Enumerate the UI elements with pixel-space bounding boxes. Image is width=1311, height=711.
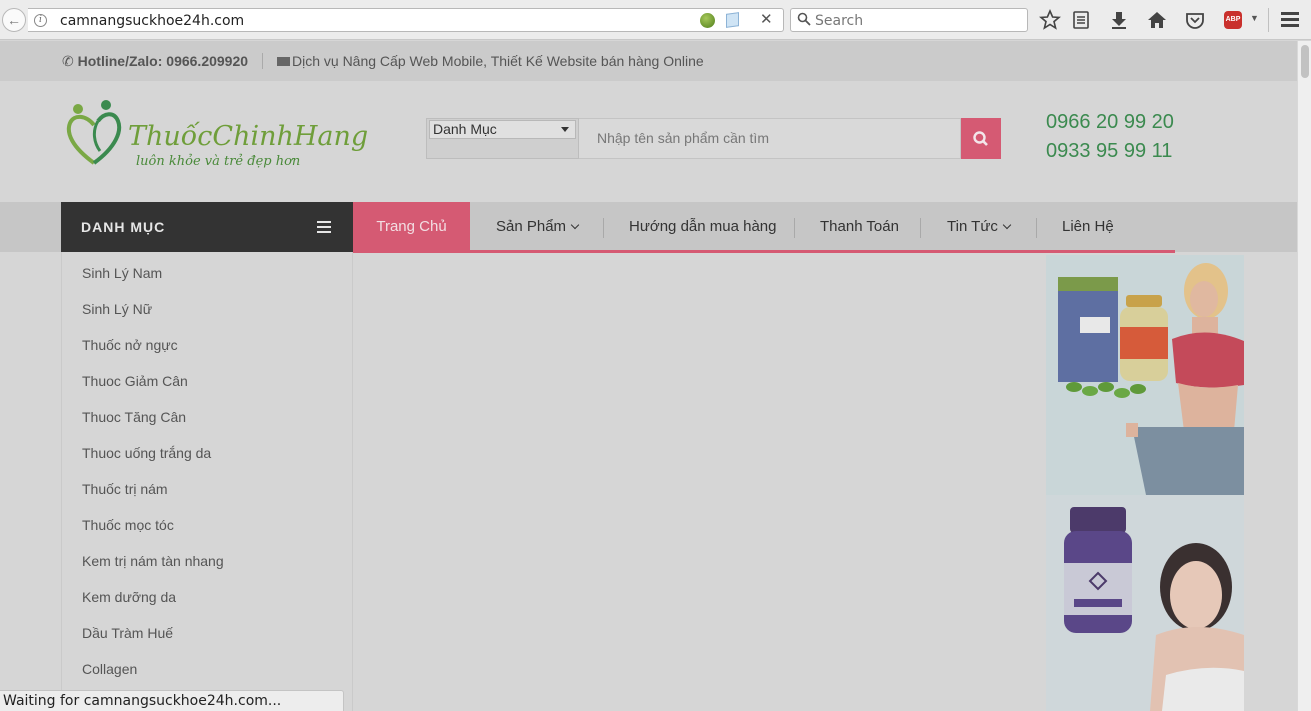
chevron-down-icon[interactable]: ▼ — [1250, 13, 1259, 23]
chevron-down-icon — [1002, 220, 1012, 230]
sidebar-item-trang-da[interactable]: Thuoc uống trắng da — [82, 445, 211, 461]
close-icon[interactable]: ✕ — [760, 10, 773, 28]
heart-logo-icon — [66, 100, 122, 165]
sidebar-item-moc-toc[interactable]: Thuốc mọc tóc — [82, 517, 174, 533]
category-menu-toggle[interactable]: DANH MỤC — [61, 202, 353, 252]
phone-number-2[interactable]: 0933 95 99 11 — [1046, 140, 1172, 163]
service-text: Dịch vụ Nâng Cấp Web Mobile, Thiết Kế We… — [292, 53, 704, 69]
nav-divider — [603, 218, 604, 238]
sidebar-item-giam-can[interactable]: Thuoc Giảm Cân — [82, 373, 188, 389]
url-text[interactable]: camnangsuckhoe24h.com — [60, 13, 244, 29]
nav-products[interactable]: Sản Phẩm — [496, 202, 580, 252]
bookmark-star-icon[interactable] — [1039, 9, 1061, 31]
site-logo[interactable]: ThuốcChinhHang luôn khỏe và trẻ đẹp hơn — [64, 99, 368, 177]
sidebar-item-tri-nam[interactable]: Thuốc trị nám — [82, 481, 168, 497]
sidebar-item-kem-duong-da[interactable]: Kem dưỡng da — [82, 589, 176, 605]
url-bar[interactable]: i camnangsuckhoe24h.com ✕ — [28, 8, 784, 32]
search-button[interactable] — [961, 118, 1001, 159]
nav-contact[interactable]: Liên Hệ — [1062, 202, 1114, 252]
browser-toolbar: ← i camnangsuckhoe24h.com ✕ Search ABP ▼ — [0, 0, 1311, 40]
main-navigation: DANH MỤC Trang Chủ Sản Phẩm Hướng dẫn mu… — [0, 202, 1297, 253]
extension-globe-icon[interactable] — [700, 13, 715, 28]
phone-number-1[interactable]: 0966 20 99 20 — [1046, 111, 1174, 134]
download-icon[interactable] — [1108, 9, 1130, 31]
web-page: ✆ Hotline/Zalo: 0966.209920 Dịch vụ Nâng… — [0, 41, 1297, 711]
hotline[interactable]: ✆ Hotline/Zalo: 0966.209920 — [62, 53, 248, 70]
menu-icon — [317, 221, 331, 233]
search-icon — [973, 131, 988, 146]
nav-divider — [794, 218, 795, 238]
top-info-bar: ✆ Hotline/Zalo: 0966.209920 Dịch vụ Nâng… — [0, 41, 1297, 81]
toolbar-divider — [1268, 8, 1269, 32]
nav-products-label: Sản Phẩm — [496, 218, 567, 235]
browser-search-placeholder: Search — [815, 13, 864, 29]
nav-buying-guide[interactable]: Hướng dẫn mua hàng — [629, 202, 776, 252]
category-sidebar: Sinh Lý Nam Sinh Lý Nữ Thuốc nở ngực Thu… — [61, 252, 353, 711]
banner-skin-care[interactable] — [1046, 495, 1244, 711]
browser-status-bar: Waiting for camnangsuckhoe24h.com... — [0, 690, 344, 711]
sidebar-item-tang-can[interactable]: Thuoc Tăng Cân — [82, 409, 186, 425]
nav-payment[interactable]: Thanh Toán — [820, 202, 899, 252]
phone-icon: ✆ — [62, 53, 74, 69]
info-icon[interactable]: i — [34, 14, 47, 27]
extension-cube-icon[interactable] — [726, 12, 739, 28]
banner-weight-loss-image — [1046, 255, 1244, 495]
nav-accent-line — [353, 250, 1175, 253]
scrollbar-thumb[interactable] — [1301, 45, 1309, 78]
sidebar-item-collagen[interactable]: Collagen — [82, 661, 137, 677]
hotline-text: Hotline/Zalo: 0966.209920 — [77, 53, 249, 69]
service-link[interactable]: Dịch vụ Nâng Cấp Web Mobile, Thiết Kế We… — [277, 53, 704, 69]
nav-divider — [1036, 218, 1037, 238]
browser-menu-icon[interactable] — [1281, 12, 1299, 27]
nav-home[interactable]: Trang Chủ — [353, 202, 470, 253]
back-arrow-icon[interactable]: ← — [2, 8, 26, 32]
envelope-icon — [277, 57, 290, 66]
sidebar-item-thuoc-no-nguc[interactable]: Thuốc nở ngực — [82, 337, 178, 353]
reading-list-icon[interactable] — [1070, 9, 1092, 31]
nav-news-label: Tin Tức — [947, 218, 998, 235]
home-icon[interactable] — [1146, 9, 1168, 31]
product-search-input[interactable]: Nhập tên sản phẩm cần tìm — [579, 118, 961, 159]
sidebar-item-dau-tram[interactable]: Dầu Tràm Huế — [82, 625, 173, 641]
sidebar-item-kem-tri-nam[interactable]: Kem trị nám tàn nhang — [82, 553, 224, 569]
banner-skin-care-image — [1046, 495, 1244, 711]
nav-divider — [920, 218, 921, 238]
logo-text: ThuốcChinhHang — [128, 121, 369, 152]
sidebar-item-sinh-ly-nam[interactable]: Sinh Lý Nam — [82, 265, 162, 281]
category-select-value: Danh Mục — [433, 121, 497, 137]
browser-search-input[interactable]: Search — [790, 8, 1028, 32]
sidebar-item-sinh-ly-nu[interactable]: Sinh Lý Nữ — [82, 301, 152, 317]
page-scrollbar[interactable] — [1297, 41, 1311, 711]
search-icon — [797, 12, 811, 26]
site-header: ThuốcChinhHang luôn khỏe và trẻ đẹp hơn … — [0, 81, 1297, 202]
caret-down-icon — [561, 127, 569, 132]
nav-news[interactable]: Tin Tức — [947, 202, 1012, 252]
chevron-down-icon — [570, 220, 580, 230]
logo-tagline: luôn khỏe và trẻ đẹp hơn — [136, 154, 301, 169]
adblock-icon[interactable]: ABP — [1224, 11, 1242, 29]
category-menu-label: DANH MỤC — [81, 219, 166, 235]
pocket-icon[interactable] — [1184, 9, 1206, 31]
banner-weight-loss[interactable] — [1046, 255, 1244, 495]
divider — [262, 53, 263, 69]
category-select[interactable]: Danh Mục — [426, 118, 579, 159]
